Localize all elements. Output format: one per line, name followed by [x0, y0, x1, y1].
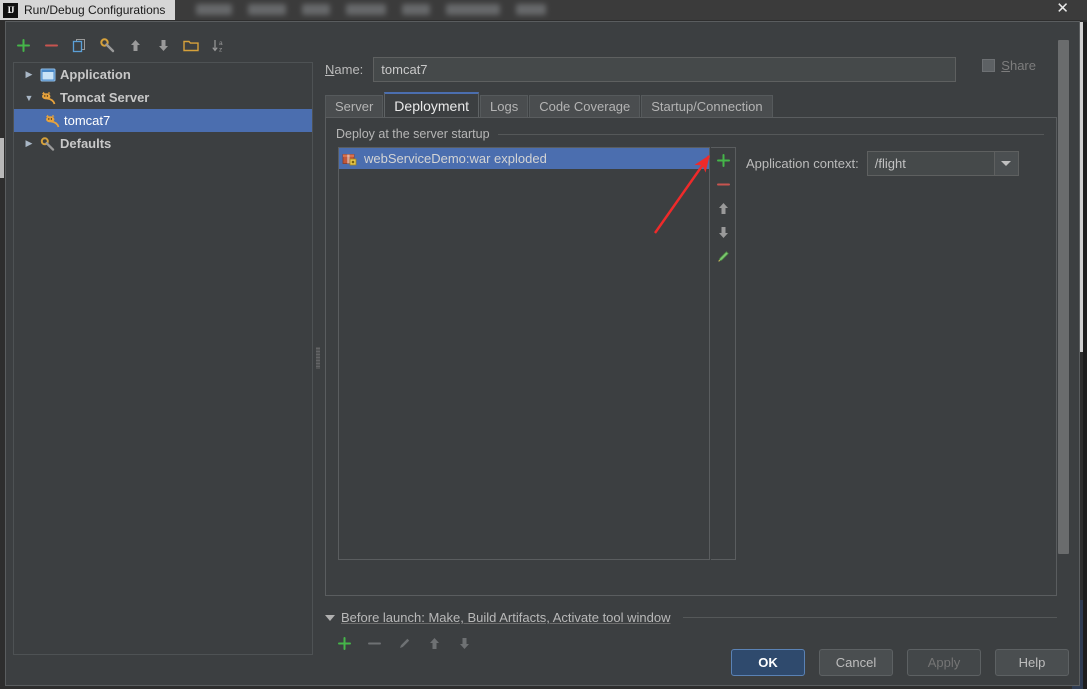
artifact-list-toolbar — [711, 147, 736, 560]
artifact-war-icon — [342, 151, 358, 166]
name-label: Name: — [325, 61, 364, 77]
group-separator — [497, 133, 1044, 135]
chevron-right-icon[interactable]: ▶ — [22, 138, 36, 149]
wrench-icon — [40, 136, 56, 151]
bg-window-edge-left — [0, 138, 4, 178]
run-debug-configurations-dialog: a z ▶ Application ▼ Tomcat Server tomcat… — [5, 21, 1080, 686]
tree-item-tomcat7[interactable]: tomcat7 — [14, 109, 312, 132]
close-icon[interactable]: ✕ — [1056, 1, 1069, 17]
wrench-icon[interactable] — [98, 36, 116, 54]
remove-task-button — [365, 634, 383, 652]
artifact-label: webServiceDemo:war exploded — [364, 151, 547, 166]
deployment-artifact-list[interactable]: webServiceDemo:war exploded — [338, 147, 710, 560]
deployment-panel: Deploy at the server startup webServiceD… — [325, 117, 1057, 596]
name-row: Name: — [325, 56, 1057, 82]
chevron-down-icon[interactable]: ▼ — [22, 93, 36, 103]
svg-text:z: z — [219, 46, 222, 53]
tab-startup-connection[interactable]: Startup/Connection — [641, 95, 773, 117]
chevron-right-icon[interactable]: ▶ — [22, 69, 36, 80]
move-task-up-button — [425, 634, 443, 652]
tree-item-label: Tomcat Server — [60, 90, 150, 105]
add-task-button[interactable] — [335, 634, 353, 652]
dialog-scrollbar-track[interactable] — [1058, 30, 1074, 590]
deploy-group-title: Deploy at the server startup — [336, 127, 490, 141]
edit-task-button — [395, 634, 413, 652]
dialog-button-bar: OK Cancel Apply Help — [731, 649, 1069, 676]
editor-tabs: Server Deployment Logs Code Coverage Sta… — [325, 92, 1057, 117]
tab-logs[interactable]: Logs — [480, 95, 529, 117]
tab-server[interactable]: Server — [325, 95, 384, 117]
list-item[interactable]: webServiceDemo:war exploded — [339, 148, 709, 169]
bg-window-edge-right-dark — [1083, 22, 1087, 689]
move-up-button[interactable] — [126, 36, 144, 54]
share-label: Share — [1001, 58, 1036, 73]
cancel-button[interactable]: Cancel — [819, 649, 893, 676]
copy-configuration-button[interactable] — [70, 36, 88, 54]
window-title: Run/Debug Configurations — [24, 3, 166, 17]
before-launch-header[interactable]: Before launch: Make, Build Artifacts, Ac… — [325, 610, 1057, 625]
tab-deployment[interactable]: Deployment — [384, 92, 479, 117]
before-launch-label: Before launch: Make, Build Artifacts, Ac… — [341, 610, 671, 625]
tab-code-coverage[interactable]: Code Coverage — [529, 95, 641, 117]
configuration-editor-pane: Name: Share Server Deployment Logs Code … — [322, 30, 1057, 650]
ok-button[interactable]: OK — [731, 649, 805, 676]
apply-button: Apply — [907, 649, 981, 676]
tree-item-label: tomcat7 — [64, 113, 111, 128]
tree-item-tomcat-server[interactable]: ▼ Tomcat Server — [14, 86, 312, 109]
splitter-grip-icon — [316, 347, 320, 369]
group-separator — [682, 617, 1057, 618]
title-bar: IJ Run/Debug Configurations ✕ — [0, 0, 1087, 20]
tree-item-label: Application — [60, 67, 131, 82]
deploy-group-header: Deploy at the server startup — [336, 127, 1044, 141]
remove-artifact-button[interactable] — [714, 175, 732, 193]
application-context-row: Application context: /flight — [746, 151, 1019, 176]
panel-splitter[interactable] — [314, 62, 321, 655]
share-checkbox[interactable]: Share — [982, 58, 1036, 73]
dialog-scrollbar-thumb[interactable] — [1058, 40, 1069, 554]
intellij-logo-icon: IJ — [3, 2, 18, 18]
tree-item-application[interactable]: ▶ Application — [14, 63, 312, 86]
application-context-value: /flight — [874, 156, 906, 171]
screen-root: IJ Run/Debug Configurations ✕ a z ▶ Appl… — [0, 0, 1087, 689]
application-icon — [40, 68, 56, 82]
application-context-label: Application context: — [746, 156, 859, 171]
configurations-toolbar: a z — [14, 32, 304, 58]
move-down-button[interactable] — [154, 36, 172, 54]
move-artifact-up-button[interactable] — [714, 199, 732, 217]
move-artifact-down-button[interactable] — [714, 223, 732, 241]
name-input[interactable] — [373, 56, 957, 82]
add-configuration-button[interactable] — [14, 36, 32, 54]
tree-item-label: Defaults — [60, 136, 112, 151]
sort-az-icon[interactable]: a z — [210, 36, 228, 54]
tomcat-cat-icon — [40, 91, 56, 105]
chevron-down-icon[interactable] — [325, 614, 335, 621]
help-button[interactable]: Help — [995, 649, 1069, 676]
tomcat-cat-icon — [44, 114, 60, 128]
share-checkbox-box[interactable] — [982, 59, 996, 72]
move-task-down-button — [455, 634, 473, 652]
window-title-chip: IJ Run/Debug Configurations — [0, 0, 176, 20]
remove-configuration-button[interactable] — [42, 36, 60, 54]
folder-icon[interactable] — [182, 36, 200, 54]
add-artifact-button[interactable] — [714, 151, 732, 169]
configurations-tree[interactable]: ▶ Application ▼ Tomcat Server tomcat7 ▶ … — [13, 62, 313, 655]
tree-item-defaults[interactable]: ▶ Defaults — [14, 132, 312, 155]
application-context-combo[interactable]: /flight — [866, 151, 1019, 176]
chevron-down-icon[interactable] — [993, 152, 1018, 175]
edit-artifact-button[interactable] — [714, 247, 732, 265]
